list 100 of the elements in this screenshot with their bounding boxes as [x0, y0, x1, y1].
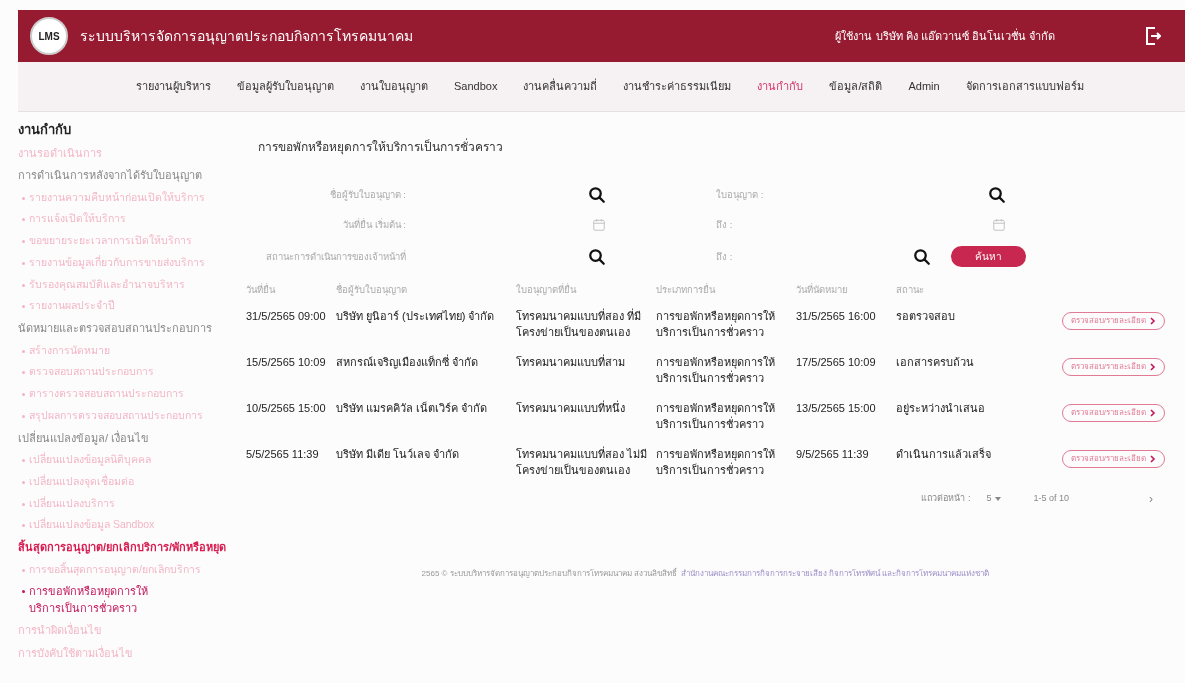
sidebar-item[interactable]: ตรวจสอบสถานประกอบการ: [18, 361, 246, 383]
table-cell-text: 10/5/2565 15:00: [246, 400, 327, 416]
search-icon[interactable]: [913, 247, 931, 266]
table-cell-text: 31/5/2565 09:00: [246, 308, 327, 324]
search-icon[interactable]: [588, 247, 606, 266]
table-cell-text: 5/5/2565 11:39: [246, 446, 320, 462]
bullet-icon: [22, 459, 25, 462]
sidebar-item[interactable]: เปลี่ยนแปลงจุดเชื่อมต่อ: [18, 470, 246, 493]
table-cell-text: อยู่ระหว่างนำเสนอ: [896, 400, 986, 416]
page-title: การขอพักหรือหยุดการให้บริการเป็นการชั่วคราว: [258, 138, 504, 156]
footer-text: 2565 © ระบบบริหารจัดการอนุญาตประกอบกิจการโทรคมนาคม สงวนลิขสิทธิ์: [421, 567, 677, 580]
chevron-icon: [1150, 316, 1156, 325]
bullet-icon: [22, 283, 25, 287]
bullet-icon: [22, 349, 25, 353]
table-cell-text: 31/5/2565 16:00: [796, 308, 877, 324]
bullet-icon: [22, 218, 25, 222]
table-cell-text: การขอพักหรือหยุดการให้บริการเป็นการชั่วคราว: [656, 446, 776, 478]
filter-label: สถานะการดำเนินการของเจ้าหน้าที่: [265, 249, 406, 264]
sidebar-title: งานกำกับ: [18, 121, 72, 139]
sidebar-item[interactable]: สร้างการนัดหมาย: [18, 339, 246, 362]
table-cell-text: 17/5/2565 10:09: [796, 354, 877, 370]
table-cell-text: บริษัท มีเดีย โนว์เลจ จำกัด: [336, 446, 461, 462]
next-page-button[interactable]: ›: [1149, 489, 1153, 508]
column-header: ชื่อผู้รับใบอนุญาต: [336, 283, 408, 298]
sidebar-item[interactable]: ตารางตรวจสอบสถานประกอบการ: [18, 383, 246, 405]
search-button[interactable]: ค้นหา: [951, 246, 1026, 268]
sidebar-item[interactable]: เปลี่ยนแปลงข้อมูล Sandbox: [18, 514, 246, 536]
sidebar-item[interactable]: รายงานผลประจำปี: [18, 295, 246, 317]
sidebar-section[interactable]: สิ้นสุดการอนุญาต/ยกเลิกบริการ/พักหรือหยุด: [18, 536, 246, 559]
sidebar-item[interactable]: การขอสิ้นสุดการอนุญาต/ยกเลิกบริการ: [18, 558, 246, 581]
bullet-icon: [22, 414, 25, 418]
caret-icon: [995, 496, 1002, 501]
chevron-icon: [1150, 408, 1156, 417]
sidebar-link[interactable]: การนำผิดเงื่อนไข: [18, 619, 246, 642]
sidebar-link[interactable]: การบังคับใช้ตามเงื่อนไข: [18, 641, 246, 665]
table-cell-text: การขอพักหรือหยุดการให้บริการเป็นการชั่วคราว: [656, 400, 776, 432]
filter-label: ถึง :: [716, 249, 734, 264]
sidebar-item[interactable]: เปลี่ยนแปลงบริการ: [18, 492, 246, 515]
sidebar-item[interactable]: ขอขยายระยะเวลาการเปิดให้บริการ: [18, 230, 246, 252]
bullet-icon: [22, 305, 25, 309]
table-cell-text: โทรคมนาคมแบบที่สอง ที่มีโครงข่ายเป็นของตนเอง: [516, 307, 643, 340]
filter-label: ชื่อผู้รับใบอนุญาต :: [328, 187, 406, 203]
nav-tab[interactable]: Sandbox: [454, 78, 498, 95]
chevron-icon: [1150, 454, 1156, 463]
nav-tab[interactable]: รายงานผู้บริหาร: [136, 78, 211, 95]
nav-tab[interactable]: งานกำกับ: [757, 78, 804, 95]
table-cell-text: เอกสารครบถ้วน: [896, 354, 975, 370]
bullet-icon: [22, 502, 25, 506]
table-cell-text: 15/5/2565 10:09: [246, 354, 327, 370]
nav-tab[interactable]: งานใบอนุญาต: [360, 78, 428, 95]
table-cell-text: โทรคมนาคมแบบที่สาม: [516, 353, 626, 370]
user-name: บริษัท คิง แอ๊ดวานซ์ อินโนเวชั่น จำกัด: [875, 27, 1055, 44]
search-icon[interactable]: [588, 186, 606, 204]
filter-label: ถึง :: [716, 218, 734, 232]
sidebar-section[interactable]: การดำเนินการหลังจากได้รับใบอนุญาต: [18, 164, 246, 187]
sidebar-item[interactable]: รับรองคุณสมบัติและอำนาจบริหาร: [18, 273, 246, 296]
nav-tab[interactable]: ข้อมูลผู้รับใบอนุญาต: [237, 78, 334, 95]
sidebar-item[interactable]: เปลี่ยนแปลงข้อมูลนิติบุคคล: [18, 449, 246, 471]
sidebar-item[interactable]: รายงานความคืบหน้าก่อนเปิดให้บริการ: [18, 186, 246, 209]
logout-icon[interactable]: [1145, 27, 1161, 45]
column-header: สถานะ: [896, 283, 925, 298]
footer-link[interactable]: สำนักงานคณะกรรมการกิจการกระจายเสียง กิจการโทรทัศน์ และกิจการโทรคมนาคมแห่งชาติ: [680, 567, 990, 580]
sidebar-section[interactable]: เปลี่ยนแปลงข้อมูล/ เงื่อนไข: [18, 426, 246, 449]
bullet-icon: [22, 261, 25, 265]
sidebar-item[interactable]: รายงานข้อมูลเกี่ยวกับการขายส่งบริการ: [18, 251, 246, 274]
bullet-icon: [22, 480, 25, 484]
bullet-icon: [22, 590, 25, 594]
bullet-icon: [22, 196, 25, 200]
table-cell-text: บริษัท แมรคคิวัล เน็ตเวิร์ค จำกัด: [336, 400, 489, 416]
sidebar-item[interactable]: การขอพักหรือหยุดการให้บริการเป็นการชั่วคราว: [18, 580, 168, 620]
bullet-icon: [22, 524, 25, 528]
nav-tab[interactable]: ข้อมูล/สถิติ: [829, 78, 883, 95]
app-title: ระบบบริหารจัดการอนุญาตประกอบกิจการโทรคมนาคม: [80, 26, 413, 47]
column-header: วันที่ยื่น: [246, 283, 277, 298]
nav-tab[interactable]: จัดการเอกสารแบบฟอร์ม: [965, 78, 1084, 95]
sidebar-section[interactable]: นัดหมายและตรวจสอบสถานประกอบการ: [18, 317, 246, 340]
rows-per-page-select[interactable]: 5: [986, 491, 1002, 506]
bullet-icon: [22, 393, 25, 396]
table-cell-text: โทรคมนาคมแบบที่สอง ไม่มีโครงข่ายเป็นของตนเอง: [516, 445, 649, 478]
nav-tab[interactable]: Admin: [908, 78, 940, 95]
rows-per-page-label: แถวต่อหน้า :: [921, 491, 971, 505]
sidebar-item[interactable]: สรุปผลการตรวจสอบสถานประกอบการ: [18, 404, 246, 427]
table-cell-text: 9/5/2565 11:39: [796, 446, 870, 462]
column-header: วันที่นัดหมาย: [796, 283, 849, 298]
table-cell-text: รอตรวจสอบ: [896, 308, 956, 324]
nav-tab[interactable]: งานคลื่นความถี่: [523, 78, 598, 95]
user-label: ผู้ใช้งาน: [834, 28, 872, 45]
sidebar-item[interactable]: การแจ้งเปิดให้บริการ: [18, 208, 246, 230]
nav-tab[interactable]: งานชำระค่าธรรมเนียม: [623, 78, 732, 95]
filter-label: ใบอนุญาต :: [716, 187, 765, 203]
bullet-icon: [22, 240, 25, 243]
bullet-icon: [22, 568, 25, 572]
table-cell-text: โทรคมนาคมแบบที่หนึ่ง: [516, 399, 626, 416]
chevron-icon: [1150, 362, 1156, 371]
search-icon[interactable]: [988, 186, 1006, 204]
table-cell-text: การขอพักหรือหยุดการให้บริการเป็นการชั่วคราว: [656, 354, 776, 386]
sidebar-link[interactable]: งานรอดำเนินการ: [18, 141, 246, 164]
column-header: ประเภทการยื่น: [656, 283, 717, 298]
table-cell-text: ดำเนินการแล้วเสร็จ: [896, 446, 992, 462]
table-cell-text: การขอพักหรือหยุดการให้บริการเป็นการชั่วคราว: [656, 308, 776, 340]
